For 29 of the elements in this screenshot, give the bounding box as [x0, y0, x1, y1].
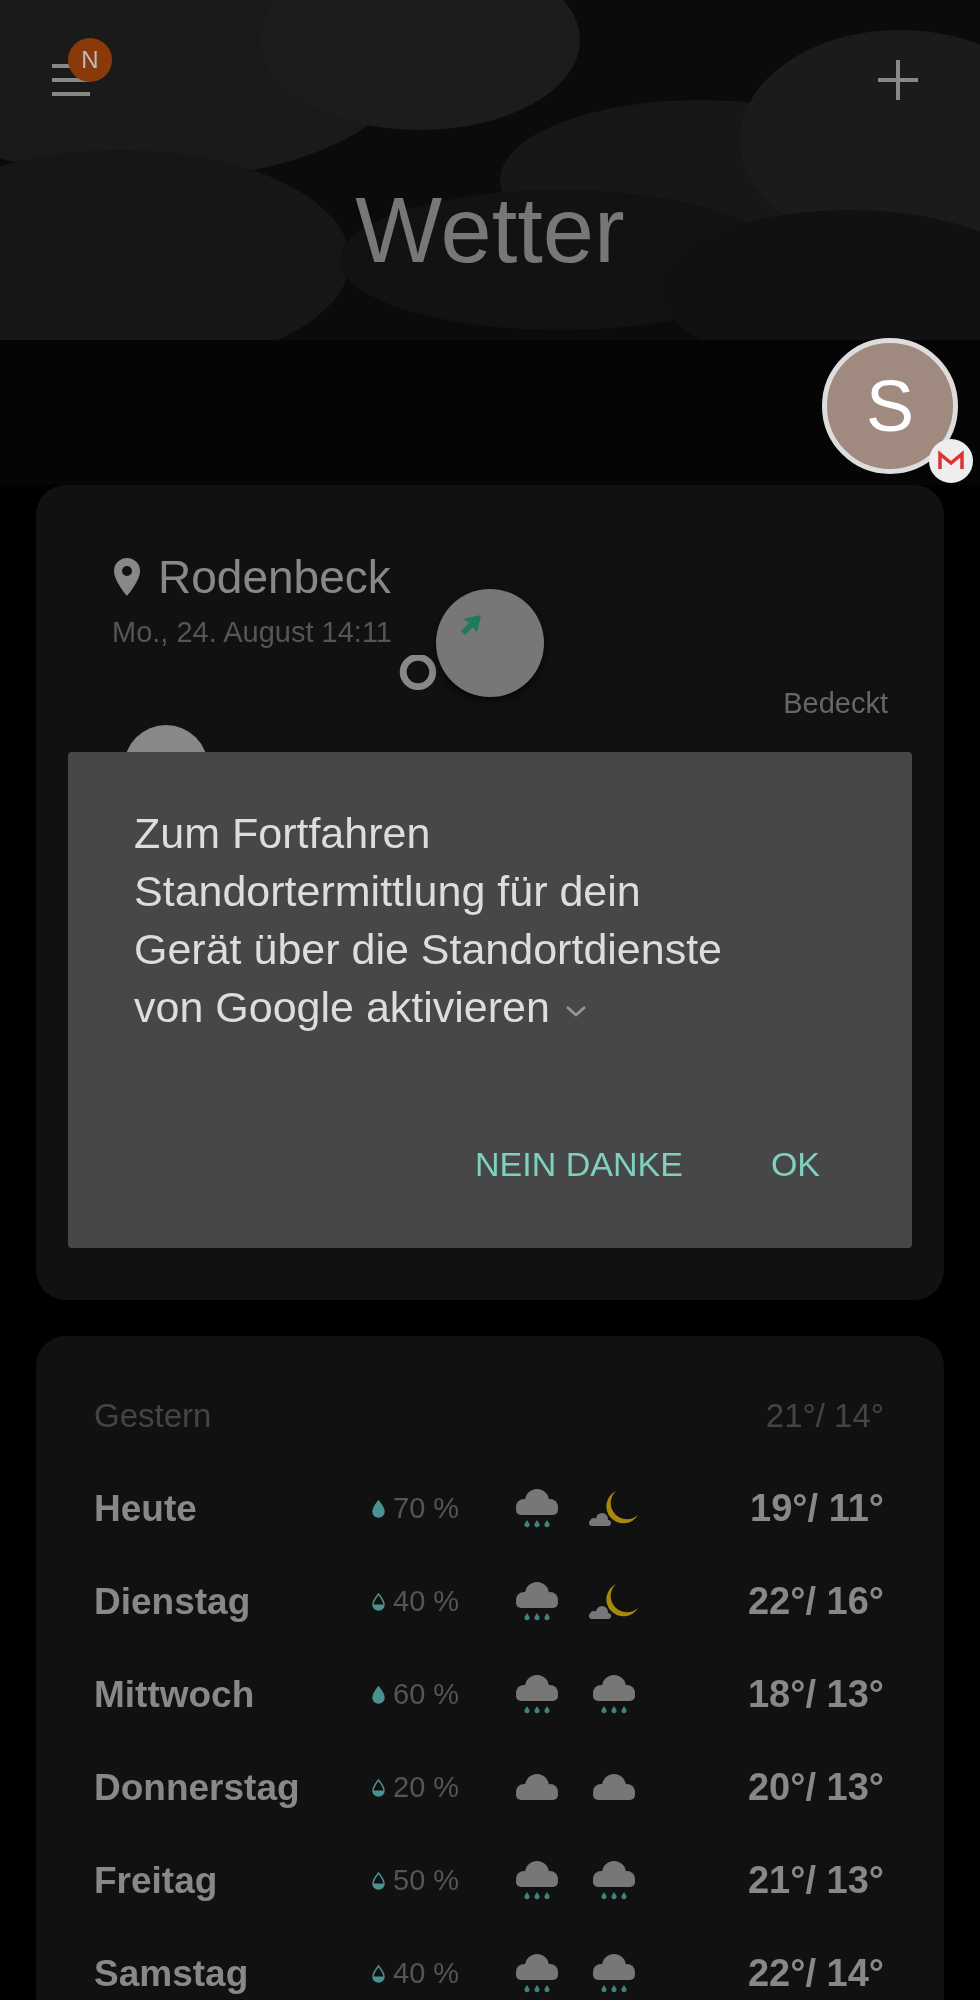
date-time: Mo., 24. August 14:11: [112, 615, 392, 649]
dialog-message: Zum Fortfahren Standortermittlung für dein Gerät über die Standortdienste von Google aktivieren: [134, 808, 724, 1033]
dialog-button[interactable]: NEIN DANKE: [453, 1131, 705, 1198]
mail-badge-icon: [928, 438, 974, 484]
add-button[interactable]: [876, 58, 920, 102]
temperature-range: 19°/ 11°: [750, 1487, 884, 1530]
precipitation-chance: 60 %: [393, 1678, 460, 1711]
dialog-button[interactable]: OK: [748, 1131, 842, 1198]
condition-label: Bedeckt: [783, 687, 888, 720]
day-name: Heute: [94, 1487, 198, 1530]
temperature-range: 18°/ 13°: [747, 1673, 884, 1716]
app-title: Wetter: [354, 178, 626, 283]
temperature-range: 22°/ 16°: [747, 1580, 884, 1623]
day-name: Samstag: [94, 1952, 250, 1995]
temperature-range: 21°/ 13°: [747, 1859, 884, 1902]
day-name: Donnerstag: [94, 1766, 301, 1809]
location-pin-icon: [112, 557, 142, 597]
day-name: Freitag: [94, 1859, 219, 1902]
precipitation-chance: 20 %: [393, 1771, 460, 1804]
temperature-range: 20°/ 13°: [747, 1766, 884, 1809]
plus-icon: [876, 58, 920, 102]
precipitation-chance: 50 %: [393, 1864, 460, 1897]
location-name: Rodenbeck: [158, 551, 391, 603]
precipitation-chance: 70 %: [393, 1492, 460, 1525]
temperature-range: 22°/ 14°: [747, 1952, 884, 1995]
precipitation-chance: 40 %: [393, 1585, 460, 1618]
day-name: Dienstag: [94, 1580, 252, 1623]
precipitation-chance: 40 %: [393, 1957, 460, 1990]
day-name: Mittwoch: [94, 1673, 256, 1716]
